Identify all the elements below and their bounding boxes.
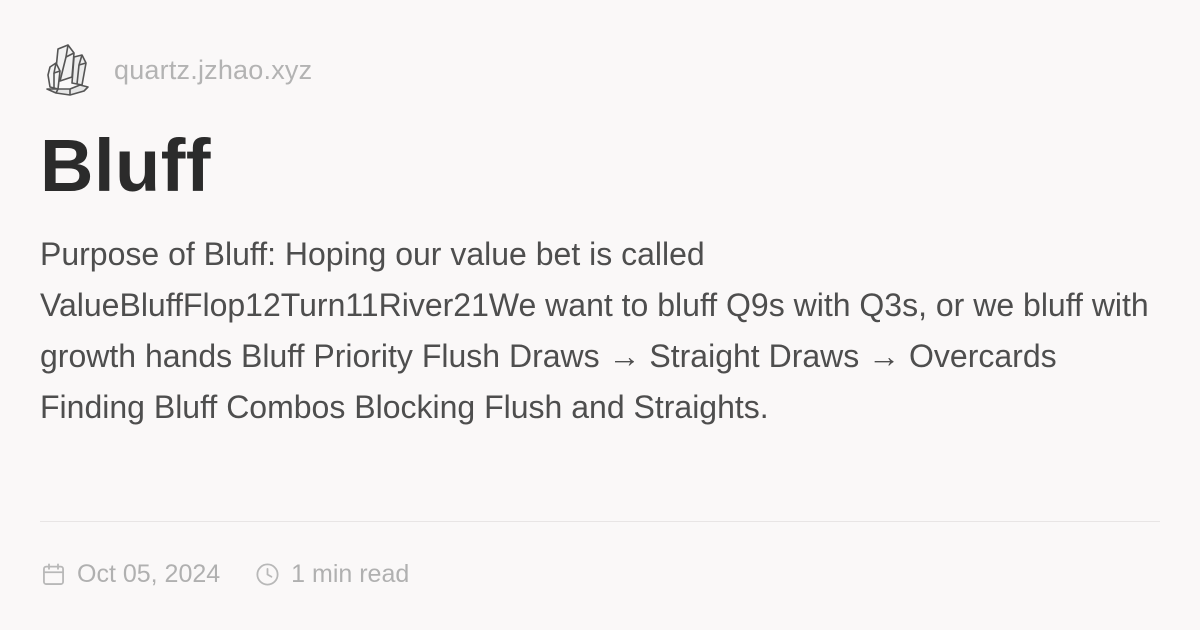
site-name[interactable]: quartz.jzhao.xyz bbox=[114, 55, 312, 86]
site-header: quartz.jzhao.xyz bbox=[44, 40, 312, 100]
crystal-cluster-icon bbox=[46, 44, 89, 96]
publish-date: Oct 05, 2024 bbox=[77, 559, 221, 588]
divider bbox=[40, 521, 1160, 522]
clock-icon bbox=[256, 562, 279, 586]
reading-time-meta: 1 min read bbox=[254, 560, 409, 589]
page-title: Bluff bbox=[40, 124, 211, 207]
date-meta: Oct 05, 2024 bbox=[40, 560, 220, 589]
og-card: quartz.jzhao.xyz Bluff Purpose of Bluff:… bbox=[0, 0, 1200, 630]
calendar-icon bbox=[43, 562, 64, 585]
page-description: Purpose of Bluff: Hoping our value bet i… bbox=[40, 236, 1149, 425]
article-meta: Oct 05, 2024 1 min read bbox=[40, 553, 409, 595]
reading-time: 1 min read bbox=[291, 559, 410, 588]
